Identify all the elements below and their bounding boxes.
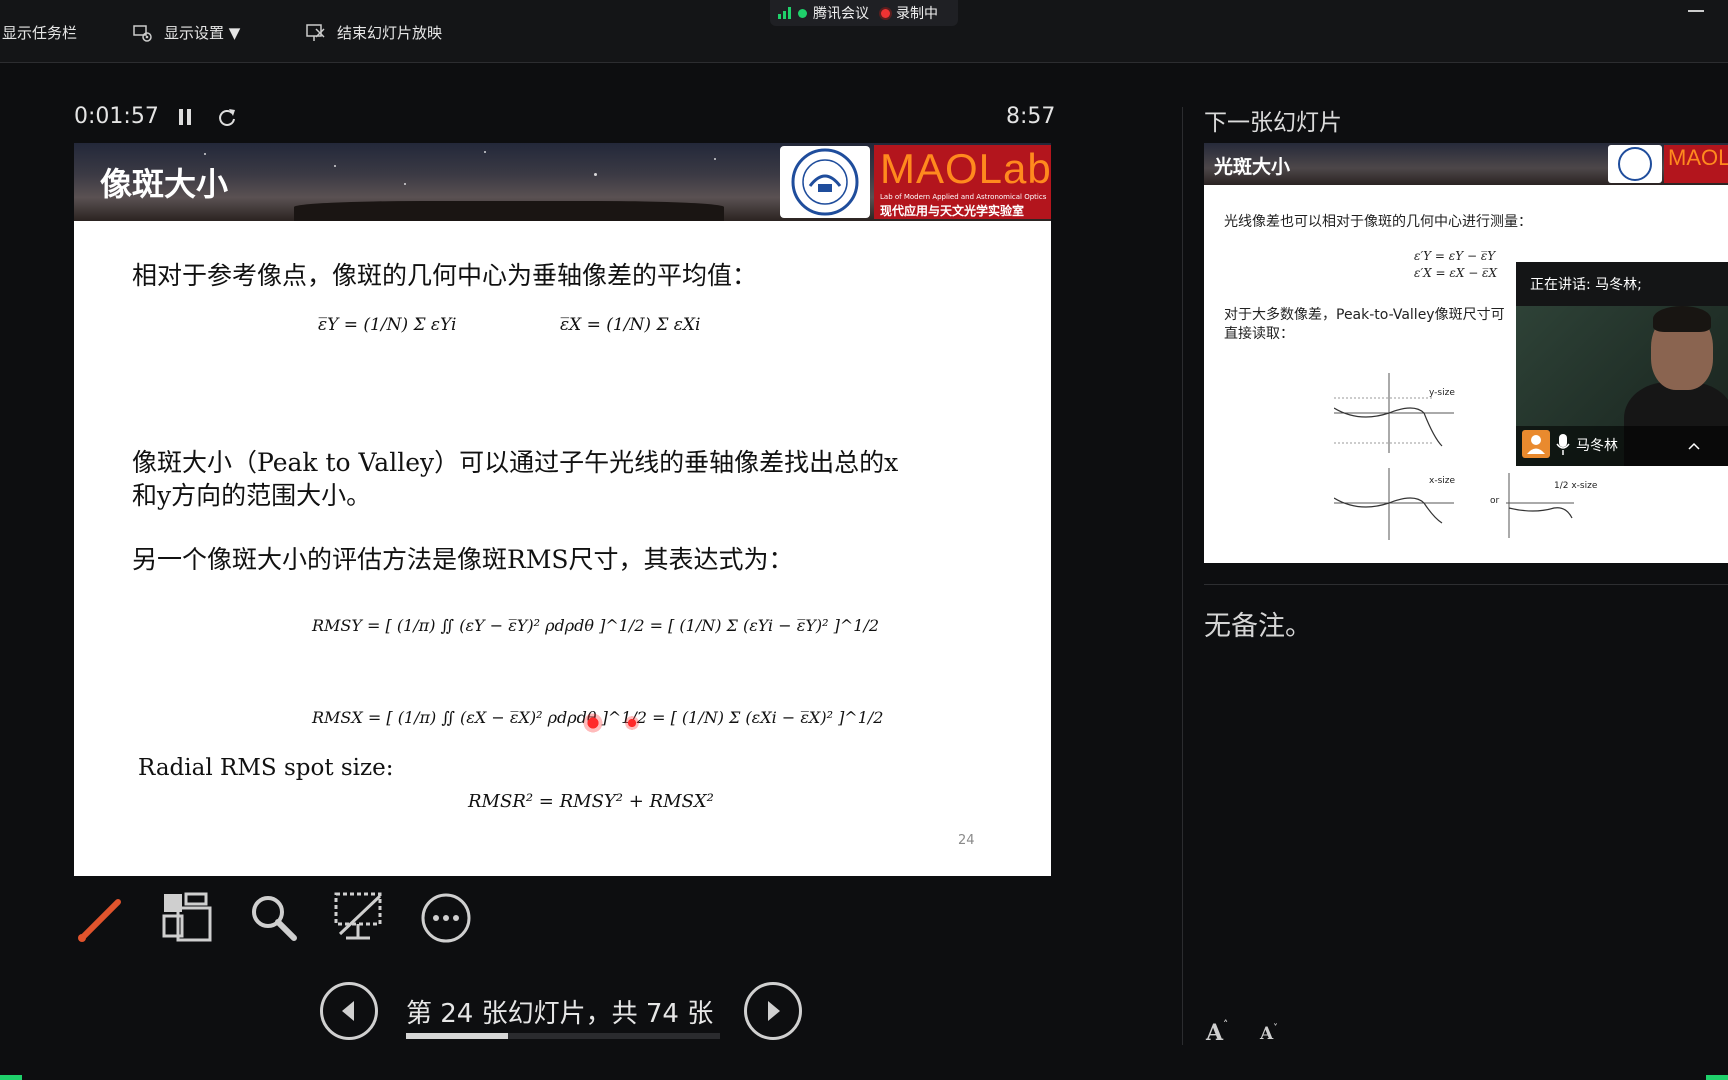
- increase-font-label: A: [1206, 1020, 1224, 1046]
- end-slideshow-label: 结束幻灯片放映: [337, 24, 443, 42]
- speaking-label: 正在讲话: 马冬林;: [1530, 277, 1642, 293]
- chevron-left-icon: [342, 1001, 354, 1021]
- slide-page-number: 24: [958, 833, 975, 848]
- slide-text-line2b: 和y方向的范围大小。: [132, 481, 372, 510]
- next-slide-text-line2a: 对于大多数像差，Peak-to-Valley像斑尺寸可: [1224, 307, 1505, 323]
- radial-rms-label: Radial RMS spot size:: [138, 755, 394, 781]
- speaker-notes: 无备注。: [1204, 611, 1312, 642]
- end-slideshow-button[interactable]: 结束幻灯片放映: [305, 22, 442, 43]
- next-maolab-logo-text: MAOLab: [1668, 145, 1728, 170]
- microphone-icon[interactable]: [1556, 434, 1570, 456]
- participant-name: 马冬林: [1576, 438, 1618, 454]
- elapsed-timer: 0:01:57: [74, 104, 159, 129]
- equation-mean-x: ε̅X = (1/N) Σ εXi: [560, 315, 701, 335]
- next-slide-text-line1: 光线像差也可以相对于像斑的几何中心进行测量：: [1224, 214, 1532, 230]
- horizon-silhouette: [294, 201, 724, 221]
- equation-mean-y: ε̅Y = (1/N) Σ εYi: [318, 315, 457, 335]
- university-seal-icon: [780, 146, 870, 218]
- signal-icon: [778, 7, 791, 19]
- chevron-right-icon: [768, 1001, 780, 1021]
- clock: 8:57: [1006, 104, 1056, 129]
- next-slide-eq1: ε′Y = εY − ε̅Y: [1414, 249, 1496, 263]
- minimize-icon[interactable]: [1688, 10, 1704, 12]
- meeting-status[interactable]: 腾讯会议 录制中: [770, 0, 958, 26]
- next-slide-eq2: ε′X = εX − ε̅X: [1414, 266, 1498, 280]
- corner-marker: [1706, 1075, 1728, 1080]
- show-taskbar-button[interactable]: 显示任务栏: [2, 22, 77, 43]
- equation-rms-y: RMSY = [ (1/π) ∬ (εY − ε̅Y)² ρdρdθ ]^1/2…: [312, 616, 880, 635]
- speaker-hair: [1653, 306, 1711, 332]
- display-settings-label: 显示设置 ▼: [164, 24, 241, 42]
- next-maolab-logo: MAOLab: [1664, 145, 1728, 183]
- maolab-logo-subtitle-en: Lab of Modern Applied and Astronomical O…: [880, 193, 1047, 201]
- chevron-up-icon[interactable]: [1688, 442, 1700, 450]
- laser-pointer-icon: [582, 712, 604, 734]
- pen-tool-icon[interactable]: [74, 890, 130, 946]
- speaker-video[interactable]: 正在讲话: 马冬林; 马冬林: [1516, 262, 1728, 466]
- next-university-seal-icon: [1608, 145, 1662, 183]
- see-all-slides-icon[interactable]: [160, 890, 216, 946]
- next-plot-label-or: or: [1490, 496, 1500, 506]
- next-slide-text-line2b: 直接读取：: [1224, 326, 1294, 342]
- equation-radial-rms: RMSR² = RMSY² + RMSX²: [468, 791, 714, 812]
- end-slideshow-icon: [306, 23, 325, 41]
- pause-icon[interactable]: [178, 109, 192, 125]
- restart-icon[interactable]: [217, 107, 237, 127]
- slide-title: 像斑大小: [100, 165, 229, 203]
- meeting-app-label: 腾讯会议: [813, 6, 869, 22]
- slide-counter: 第 24 张幻灯片，共 74 张: [406, 999, 714, 1029]
- maolab-logo-subtitle-cn: 现代应用与天文光学实验室: [880, 204, 1025, 218]
- zoom-icon[interactable]: [246, 890, 302, 946]
- display-settings-button[interactable]: 显示设置 ▼: [132, 22, 240, 43]
- avatar-icon: [1522, 430, 1550, 458]
- show-taskbar-label: 显示任务栏: [2, 24, 78, 42]
- slide-text-line3: 另一个像斑大小的评估方法是像斑RMS尺寸，其表达式为：: [132, 545, 794, 574]
- increase-font-button[interactable]: A˄: [1206, 1020, 1228, 1046]
- next-plot-label-x: x-size: [1429, 476, 1456, 486]
- current-slide: 像斑大小 MAOLab Lab of Modern Applied and As…: [74, 143, 1051, 876]
- recording-icon: [881, 8, 890, 18]
- more-options-icon[interactable]: [418, 890, 474, 946]
- decrease-font-label: A: [1260, 1024, 1274, 1044]
- maolab-logo: MAOLab Lab of Modern Applied and Astrono…: [874, 145, 1051, 219]
- notes-separator: [1204, 584, 1728, 585]
- next-plot-label-half: 1/2 x-size: [1554, 481, 1598, 491]
- previous-slide-button[interactable]: [320, 982, 378, 1040]
- slide-progress-fill: [406, 1033, 508, 1039]
- meeting-connected-icon: [798, 8, 807, 18]
- recording-label: 录制中: [896, 6, 938, 22]
- slide-text-line1: 相对于参考像点，像斑的几何中心为垂轴像差的平均值：: [132, 261, 758, 290]
- corner-marker: [0, 1075, 22, 1080]
- panel-divider[interactable]: [1182, 107, 1183, 1045]
- maolab-logo-text: MAOLab: [880, 145, 1051, 192]
- decrease-font-button[interactable]: A˅: [1260, 1024, 1278, 1044]
- next-plot-label-y: y-size: [1429, 388, 1455, 398]
- slide-text-line2a: 像斑大小（Peak to Valley）可以通过子午光线的垂轴像差找出总的x: [132, 448, 899, 477]
- next-slide-header: 下一张幻灯片: [1204, 110, 1342, 136]
- black-screen-icon[interactable]: [332, 890, 388, 946]
- laser-pointer-trail-icon: [624, 715, 640, 731]
- next-slide-button[interactable]: [744, 982, 802, 1040]
- speaking-indicator: 正在讲话: 马冬林;: [1516, 262, 1728, 306]
- next-slide-title: 光斑大小: [1214, 156, 1291, 178]
- display-settings-icon: [133, 24, 152, 42]
